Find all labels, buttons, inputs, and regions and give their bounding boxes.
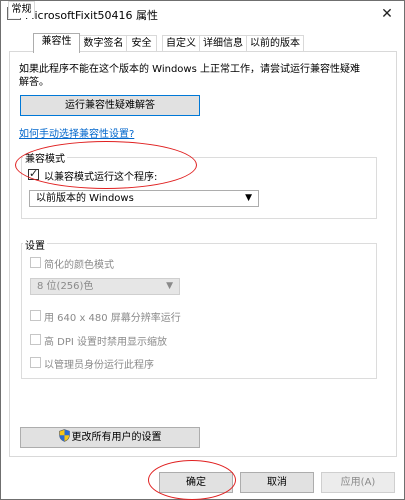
ok-button[interactable]: 确定 [159,472,233,493]
all-users-settings-button[interactable]: 更改所有用户的设置 [20,427,200,448]
apply-button[interactable]: 应用(A) [321,472,395,493]
tab-customize[interactable]: 自定义 [162,35,200,52]
tab-previous-versions[interactable]: 以前的版本 [246,35,304,52]
tab-security[interactable]: 安全 [126,35,157,52]
settings-group-label: 设置 [23,237,47,252]
os-version-select-value: 以前版本的 Windows [36,193,134,204]
compat-mode-checkbox[interactable] [28,167,39,180]
title-bar[interactable]: MicrosoftFixit50416 属性 ✕ [1,1,404,27]
compat-mode-group [21,157,377,219]
window-title: MicrosoftFixit50416 属性 [25,9,159,22]
color-depth-select[interactable]: 8 位(256)色 ▼ [30,278,180,295]
tab-compatibility[interactable]: 兼容性 [33,33,80,53]
high-dpi-checkbox[interactable] [30,334,41,345]
run-troubleshooter-button[interactable]: 运行兼容性疑难解答 [20,95,200,116]
manual-settings-link[interactable]: 如何手动选择兼容性设置? [19,125,134,140]
chevron-down-icon: ▼ [166,281,173,291]
cancel-button[interactable]: 取消 [240,472,314,493]
close-icon[interactable]: ✕ [373,3,401,25]
tab-digital-signatures[interactable]: 数字签名 [79,35,128,52]
compat-mode-checkbox-label[interactable]: 以兼容模式运行这个程序: [44,168,157,183]
reduced-color-checkbox[interactable] [30,257,41,268]
color-depth-select-value: 8 位(256)色 [37,281,94,292]
intro-text: 如果此程序不能在这个版本的 Windows 上正常工作，请尝试运行兼容性疑难解答… [19,64,360,88]
uac-shield-icon [58,429,70,442]
run-as-admin-label: 以管理员身份运行此程序 [44,360,154,371]
res-640-checkbox[interactable] [30,310,41,321]
high-dpi-label: 高 DPI 设置时禁用显示缩放 [44,337,168,348]
chevron-down-icon: ▼ [245,193,252,203]
res-640-label: 用 640 x 480 屏幕分辨率运行 [44,313,181,324]
os-version-select[interactable]: 以前版本的 Windows ▼ [29,190,259,207]
tab-details[interactable]: 详细信息 [199,35,247,52]
tab-general[interactable]: 常规 [8,1,35,18]
run-as-admin-checkbox[interactable] [30,357,41,368]
reduced-color-label: 简化的颜色模式 [44,260,114,271]
properties-window: MicrosoftFixit50416 属性 ✕ 常规 兼容性 数字签名 安全 … [0,0,405,500]
compat-mode-group-label: 兼容模式 [23,150,67,165]
all-users-settings-label: 更改所有用户的设置 [71,432,162,443]
